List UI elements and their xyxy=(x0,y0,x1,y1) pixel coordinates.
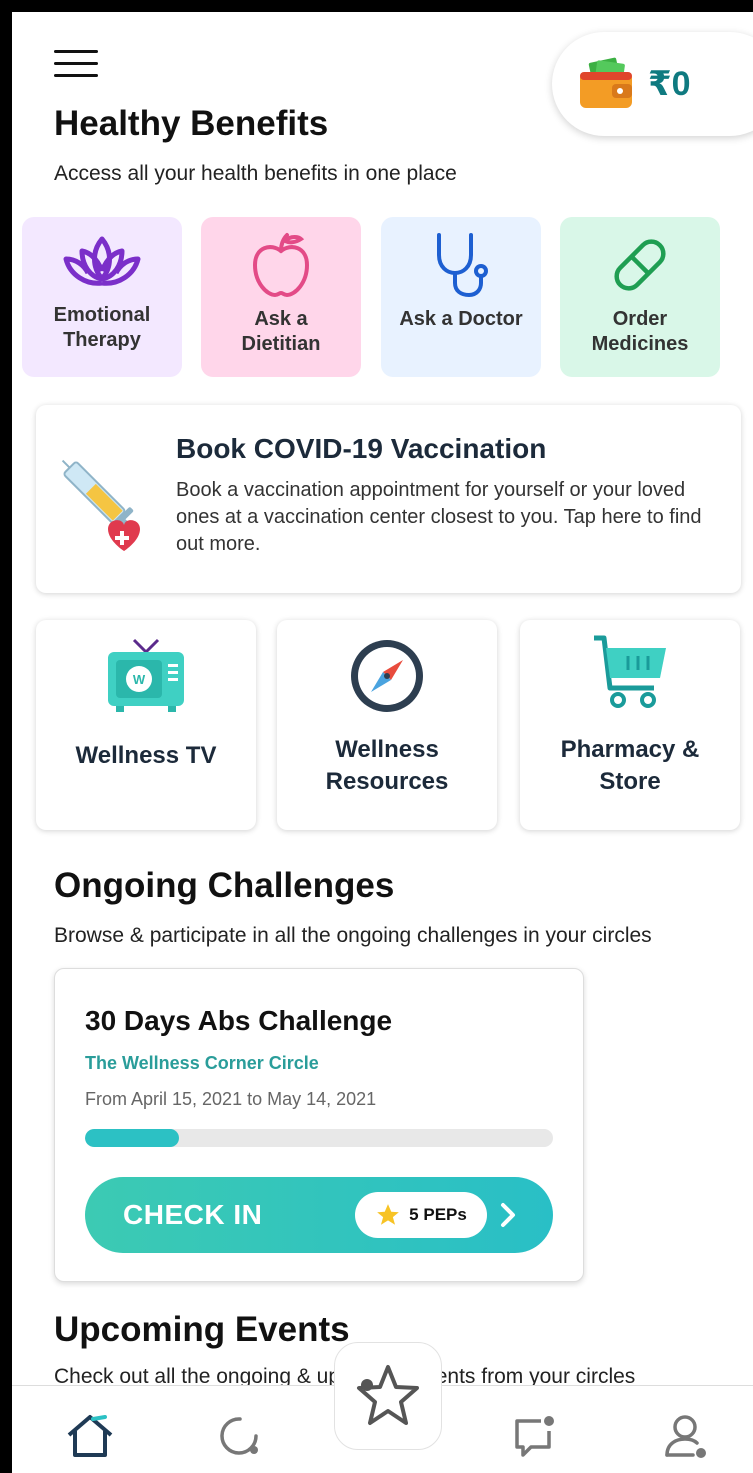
check-in-label: CHECK IN xyxy=(123,1199,263,1230)
search-icon xyxy=(220,1417,258,1455)
apple-icon xyxy=(252,233,310,298)
tile-pharmacy-store[interactable]: Pharmacy & Store xyxy=(520,620,740,830)
peps-badge: 5 PEPs xyxy=(355,1192,487,1238)
tile-wellness-tv[interactable]: W Wellness TV xyxy=(36,620,256,830)
challenge-progress-fill xyxy=(85,1129,179,1147)
chevron-right-icon xyxy=(501,1203,515,1227)
challenge-circle-link[interactable]: The Wellness Corner Circle xyxy=(85,1053,319,1074)
menu-button[interactable] xyxy=(54,50,98,80)
covid-title: Book COVID-19 Vaccination xyxy=(176,433,547,464)
covid-description: Book a vaccination appointment for yours… xyxy=(176,479,702,555)
profile-icon xyxy=(665,1415,706,1458)
app-screen: ₹0 Healthy Benefits Access all your heal… xyxy=(12,12,753,1473)
check-in-button[interactable]: CHECK IN 5 PEPs xyxy=(85,1177,553,1253)
compass-icon xyxy=(351,640,423,712)
challenge-card[interactable]: 30 Days Abs Challenge The Wellness Corne… xyxy=(54,968,584,1282)
challenge-progress-bar xyxy=(85,1129,553,1147)
lotus-icon xyxy=(63,236,141,286)
benefit-label: Ask a Dietitian xyxy=(241,308,321,355)
stethoscope-icon xyxy=(437,233,488,298)
menu-bar xyxy=(54,50,98,53)
challenge-title: 30 Days Abs Challenge xyxy=(85,1005,393,1036)
challenges-title: Ongoing Challenges xyxy=(54,866,395,905)
tile-label: Pharmacy & Store xyxy=(560,736,700,795)
covid-vaccination-card[interactable]: Book COVID-19 Vaccination Book a vaccina… xyxy=(36,405,741,593)
benefit-emotional-therapy[interactable]: Emotional Therapy xyxy=(22,217,182,377)
wallet-icon xyxy=(580,57,632,108)
nav-search[interactable] xyxy=(212,1408,268,1464)
benefit-label: Ask a Doctor xyxy=(399,308,523,330)
benefits-title: Healthy Benefits xyxy=(54,104,329,143)
wallet-amount: ₹0 xyxy=(648,65,691,103)
chat-icon xyxy=(515,1416,554,1457)
peps-label: 5 PEPs xyxy=(409,1205,467,1224)
nav-home[interactable] xyxy=(62,1408,118,1464)
vaccine-syringe-icon xyxy=(61,459,140,551)
challenges-subtitle: Browse & participate in all the ongoing … xyxy=(54,924,652,947)
menu-bar xyxy=(54,62,98,65)
tile-label: Wellness Resources xyxy=(325,736,449,795)
wallet-balance-button[interactable]: ₹0 xyxy=(552,32,753,136)
cart-icon xyxy=(594,635,666,708)
pill-icon xyxy=(614,239,666,291)
benefits-subtitle: Access all your health benefits in one p… xyxy=(54,162,457,185)
events-title: Upcoming Events xyxy=(54,1310,350,1349)
benefit-label: Emotional Therapy xyxy=(53,304,151,351)
benefit-ask-doctor[interactable]: Ask a Doctor xyxy=(381,217,541,377)
star-icon xyxy=(377,1204,400,1225)
benefit-order-medicines[interactable]: Order Medicines xyxy=(560,217,720,377)
challenge-dates: From April 15, 2021 to May 14, 2021 xyxy=(85,1089,377,1109)
tile-wellness-resources[interactable]: Wellness Resources xyxy=(277,620,497,830)
tile-label: Wellness TV xyxy=(75,742,217,769)
svg-text:W: W xyxy=(133,672,146,687)
menu-bar xyxy=(54,74,98,77)
tv-icon: W xyxy=(108,638,184,712)
star-outline-icon xyxy=(357,1365,419,1425)
benefit-ask-dietitian[interactable]: Ask a Dietitian xyxy=(201,217,361,377)
home-icon xyxy=(67,1415,113,1457)
benefit-label: Order Medicines xyxy=(591,308,689,355)
nav-profile[interactable] xyxy=(658,1408,714,1464)
nav-rewards[interactable] xyxy=(334,1342,442,1450)
nav-messages[interactable] xyxy=(506,1408,562,1464)
